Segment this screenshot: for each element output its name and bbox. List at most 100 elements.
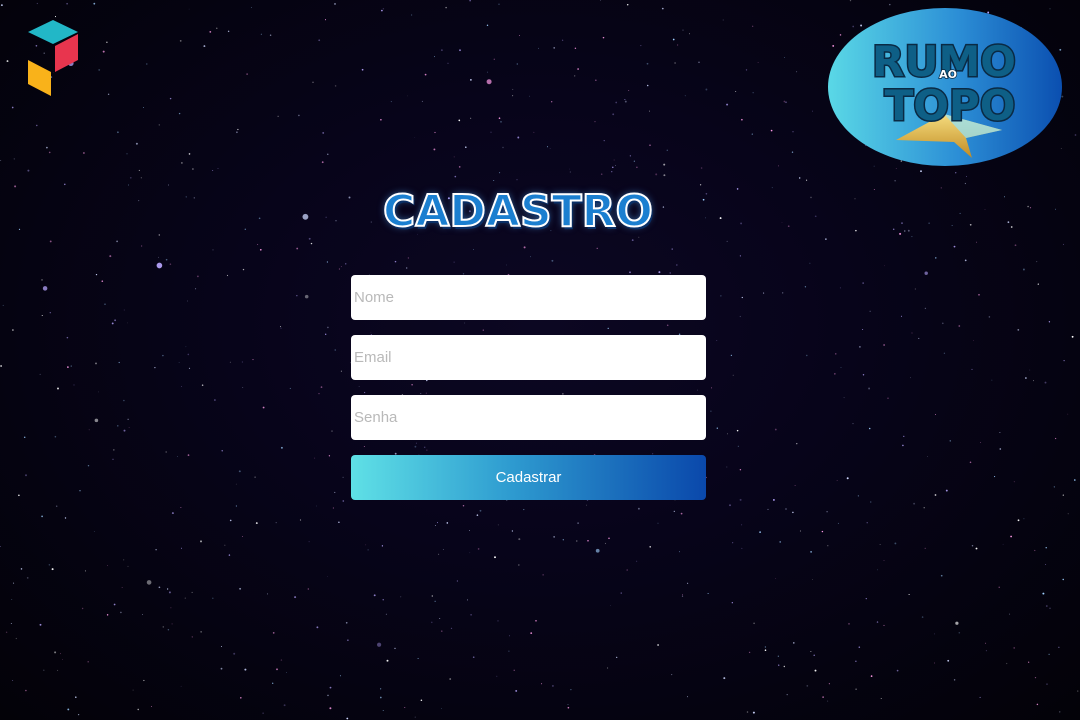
star [600,173,603,175]
star [741,547,743,549]
star [318,393,320,395]
star [941,322,944,325]
star [338,268,340,270]
star [896,669,899,672]
star [117,131,119,134]
star [969,461,972,464]
star [796,71,798,73]
star [262,406,265,409]
star [334,491,336,493]
star [964,182,967,185]
star [862,374,865,376]
star [476,514,479,516]
star [908,593,910,596]
star [764,646,767,648]
star [93,531,95,532]
star [246,73,248,75]
star [739,498,742,501]
email-input[interactable] [351,335,706,380]
star [884,265,885,267]
star [266,593,268,595]
star [289,387,291,389]
star [385,613,387,615]
star [20,568,23,570]
star [826,510,828,513]
star [607,667,609,669]
star [1045,547,1047,549]
star [953,245,956,248]
star [137,708,139,711]
star [470,613,472,616]
star [1033,380,1034,382]
star [12,680,14,681]
star [843,397,845,399]
star [649,144,651,146]
star [1048,653,1050,655]
star [493,179,495,182]
star [778,165,779,167]
star [187,353,190,356]
star [123,559,125,561]
star [914,288,916,290]
star [54,651,57,654]
star [553,47,556,49]
name-input[interactable] [351,275,706,320]
star [453,156,455,158]
star [434,600,436,602]
star [150,706,152,708]
star [868,387,871,390]
star [894,542,897,545]
star [774,428,777,431]
star [257,244,259,245]
star [1042,592,1045,595]
star [158,124,160,126]
star [530,256,531,258]
star [308,237,311,240]
star [217,168,219,169]
star [54,16,57,18]
star [0,160,2,161]
star [13,158,15,160]
star [978,293,980,296]
star [62,659,63,660]
register-button[interactable]: Cadastrar [351,455,706,500]
star [857,495,860,497]
star [310,242,313,245]
star [181,162,183,164]
star [741,118,743,121]
star [394,647,396,650]
star [67,366,69,368]
star [935,257,937,259]
star [329,707,332,710]
star [636,560,638,562]
page-title: CADASTRO [382,185,654,238]
star [577,68,579,70]
star [576,540,578,542]
star [410,14,413,16]
star [1013,647,1016,649]
star [865,597,867,600]
star [806,179,808,181]
star [716,340,718,341]
star [529,95,530,97]
star [1055,208,1056,210]
star [541,683,543,685]
star [170,607,172,609]
star [212,597,214,599]
star [1074,134,1077,136]
star [453,261,455,263]
star [600,0,601,1]
star [880,697,882,699]
star [971,368,973,370]
star [551,684,554,687]
password-input[interactable] [351,395,706,440]
star [887,397,889,399]
star [294,596,297,599]
star [166,588,169,590]
star [214,399,216,401]
star [191,636,193,638]
star [184,597,186,599]
star [26,577,29,579]
star [657,644,660,646]
star [155,548,157,551]
